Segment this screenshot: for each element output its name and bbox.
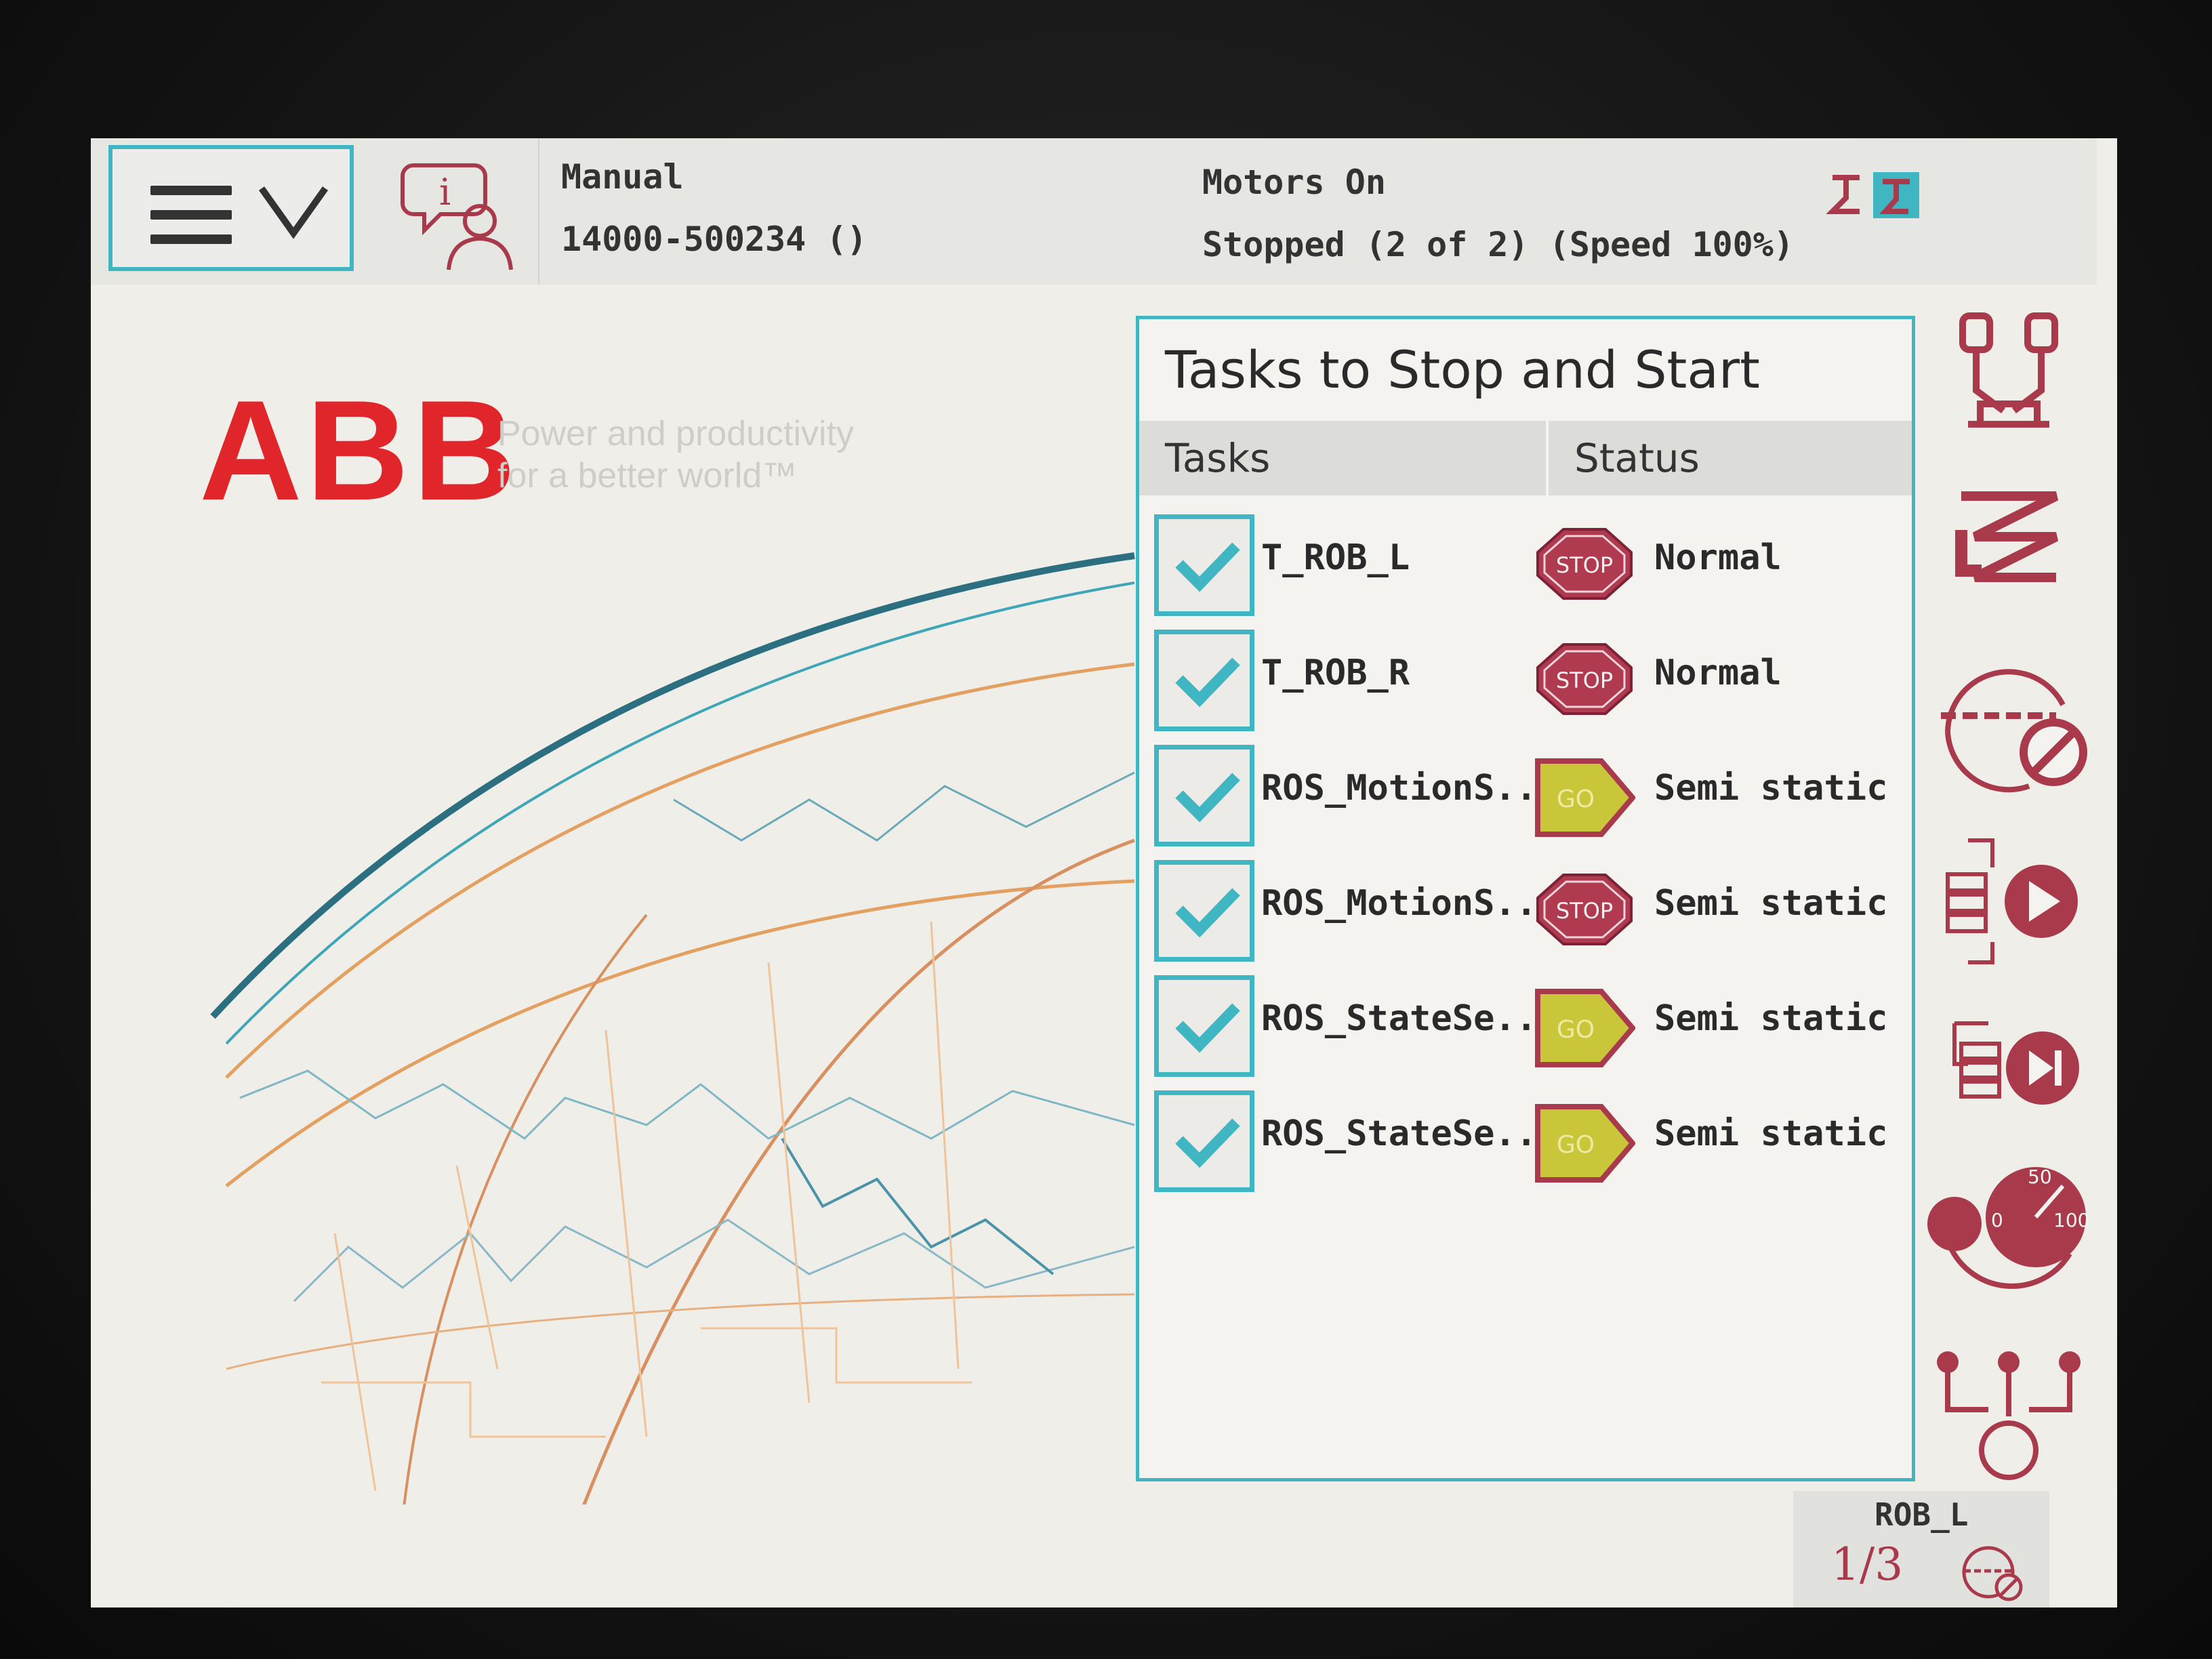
- chevron-down-icon: [258, 186, 329, 239]
- go-sign-label: GO: [1557, 1131, 1595, 1159]
- flexpendant-screen: ABB Power and productivity for a better …: [91, 138, 2117, 1607]
- speed-gauge-icon[interactable]: 50 0 100: [1921, 1159, 2097, 1308]
- task-row[interactable]: ROS_StateSe... GO Semi static: [1139, 1084, 1905, 1199]
- svg-text:i: i: [439, 171, 451, 213]
- motor-state: Motors On: [1202, 163, 1386, 202]
- task-name: ROS_StateSe...: [1261, 998, 1559, 1039]
- task-checkbox[interactable]: [1154, 745, 1254, 846]
- task-checkbox[interactable]: [1154, 514, 1254, 616]
- controller-id: 14000-500234 (): [561, 220, 867, 259]
- check-icon: [1175, 1003, 1240, 1053]
- task-name: ROS_StateSe...: [1261, 1113, 1559, 1154]
- stop-sign-label: STOP: [1556, 898, 1613, 924]
- abb-tagline: Power and productivity for a better worl…: [497, 414, 855, 495]
- tasks-stop-start-panel: Tasks to Stop and Start Tasks Status T_R…: [1136, 316, 1915, 1481]
- panel-title: Tasks to Stop and Start: [1165, 340, 1760, 400]
- active-robot-label: ROB_L: [1875, 1496, 1969, 1533]
- go-sign-icon: GO: [1534, 987, 1637, 1071]
- run-state: Stopped (2 of 2) (Speed 100%): [1202, 225, 1794, 264]
- stop-sign-icon: STOP: [1534, 642, 1635, 719]
- task-checkbox[interactable]: [1154, 630, 1254, 731]
- quickset-toolbar: 50 0 100: [1921, 285, 2097, 1518]
- task-status: Normal: [1654, 537, 1782, 578]
- task-checkbox[interactable]: [1154, 975, 1254, 1077]
- check-icon: [1175, 773, 1240, 823]
- task-checkbox[interactable]: [1154, 1090, 1254, 1192]
- go-sign-label: GO: [1557, 1016, 1595, 1044]
- robot-mechanical-unit-icon[interactable]: [1921, 302, 2097, 438]
- operating-mode: Manual: [561, 157, 684, 197]
- jog-motion-mode-icon[interactable]: [1921, 476, 2097, 605]
- task-row[interactable]: T_ROB_R STOP Normal: [1139, 623, 1905, 738]
- check-icon: [1175, 657, 1240, 708]
- column-header-tasks: Tasks: [1139, 421, 1546, 495]
- task-name: T_ROB_R: [1261, 653, 1410, 693]
- quickset-robot-icon[interactable]: [1826, 171, 1927, 225]
- task-status: Semi static: [1654, 1113, 1888, 1154]
- task-name: ROS_MotionS...: [1261, 768, 1559, 808]
- unit-fraction: 1/3: [1831, 1538, 1904, 1591]
- check-icon: [1175, 1118, 1240, 1168]
- main-menu-button[interactable]: [108, 145, 354, 271]
- tasks-icon[interactable]: [1921, 1349, 2097, 1484]
- task-name: T_ROB_L: [1261, 537, 1410, 578]
- step-program-icon[interactable]: [1921, 1003, 2097, 1139]
- go-sign-icon: GO: [1534, 757, 1637, 841]
- task-status: Semi static: [1654, 768, 1888, 808]
- task-name: ROS_MotionS...: [1261, 883, 1559, 924]
- stop-sign-label: STOP: [1556, 552, 1613, 578]
- stop-sign-icon: STOP: [1534, 527, 1635, 604]
- hamburger-menu-icon: [150, 186, 232, 251]
- go-sign-label: GO: [1557, 785, 1595, 813]
- task-row[interactable]: ROS_MotionS... STOP Semi static: [1139, 853, 1905, 968]
- run-program-icon[interactable]: [1921, 827, 2097, 976]
- increment-off-icon: [1962, 1546, 2023, 1601]
- speed-gauge-label-100: 100: [2053, 1209, 2089, 1231]
- speed-gauge-label-50: 50: [2028, 1166, 2052, 1188]
- go-sign-icon: GO: [1534, 1103, 1637, 1187]
- task-checkbox[interactable]: [1154, 860, 1254, 962]
- increment-disabled-icon[interactable]: [1921, 651, 2097, 800]
- speed-gauge-label-0: 0: [1991, 1209, 2003, 1231]
- stop-sign-label: STOP: [1556, 668, 1613, 693]
- check-icon: [1175, 888, 1240, 938]
- task-status: Semi static: [1654, 883, 1888, 924]
- task-row[interactable]: T_ROB_L STOP Normal: [1139, 508, 1905, 623]
- mechanical-unit-indicator[interactable]: ROB_L 1/3: [1793, 1491, 2049, 1607]
- event-log-icon[interactable]: i: [400, 152, 522, 274]
- task-row[interactable]: ROS_MotionS... GO Semi static: [1139, 738, 1905, 853]
- header-separator: [538, 138, 539, 285]
- abb-logo: ABB: [199, 371, 520, 530]
- status-header: i Manual 14000-500234 () Motors On Stopp…: [91, 138, 2097, 285]
- check-icon: [1175, 542, 1240, 592]
- task-status: Semi static: [1654, 998, 1888, 1039]
- task-status: Normal: [1654, 653, 1782, 693]
- task-row[interactable]: ROS_StateSe... GO Semi static: [1139, 968, 1905, 1084]
- column-header-status: Status: [1549, 421, 1912, 495]
- stop-sign-icon: STOP: [1534, 872, 1635, 949]
